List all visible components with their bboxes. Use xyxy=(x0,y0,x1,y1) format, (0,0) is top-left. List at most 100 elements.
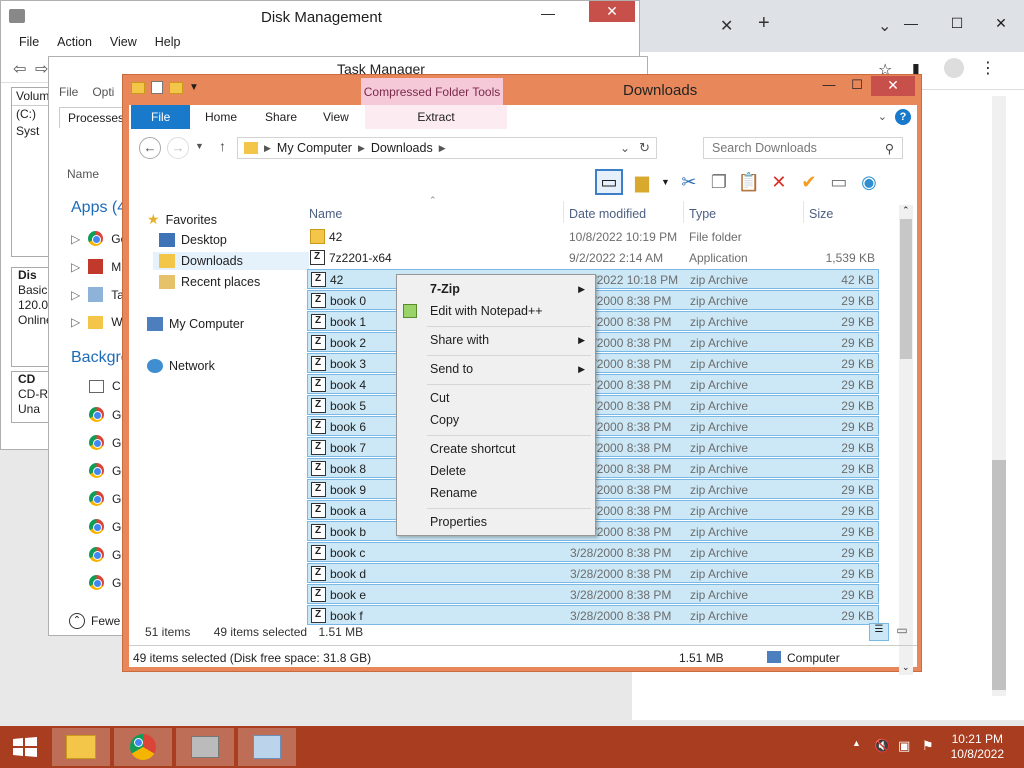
menu-item-share-with[interactable]: Share with ▶ xyxy=(397,330,595,350)
menu-item-rename[interactable]: Rename xyxy=(397,483,595,503)
column-type[interactable]: Type xyxy=(689,207,716,221)
column-separator[interactable] xyxy=(803,201,804,223)
folder-options-icon[interactable]: ▆ xyxy=(631,171,653,193)
taskbar-task-manager-button[interactable] xyxy=(238,728,296,766)
avatar[interactable] xyxy=(944,58,964,78)
copy-icon[interactable]: ❐ xyxy=(708,171,730,193)
file-row[interactable]: book e 3/28/2000 8:38 PM zip Archive 29 KB xyxy=(307,584,879,604)
volume-muted-icon[interactable]: 🔇 xyxy=(874,738,890,754)
nav-desktop[interactable]: Desktop xyxy=(159,233,227,247)
rename-icon[interactable]: ▭ xyxy=(828,171,850,193)
menu-item-properties[interactable]: Properties xyxy=(397,512,595,532)
menu-item-delete[interactable]: Delete xyxy=(397,461,595,481)
menu-view[interactable]: View xyxy=(110,35,137,49)
taskbar-chrome-button[interactable] xyxy=(114,728,172,766)
forward-icon[interactable]: ⇨ xyxy=(35,59,48,79)
breadcrumb-downloads[interactable]: Downloads xyxy=(371,141,433,155)
help-icon[interactable]: ? xyxy=(895,109,911,125)
chevron-down-icon[interactable]: ▼ xyxy=(661,177,670,187)
expand-ribbon-icon[interactable]: ⌄ xyxy=(878,110,887,123)
preview-pane-icon[interactable]: ▭ xyxy=(595,169,623,195)
back-button[interactable]: ← xyxy=(139,137,161,159)
nav-my-computer[interactable]: My Computer xyxy=(147,317,244,331)
menu-item-7-zip[interactable]: 7-Zip ▶ xyxy=(397,279,595,299)
menu-file[interactable]: File xyxy=(59,85,78,99)
tab-view[interactable]: View xyxy=(309,105,363,129)
nav-downloads[interactable]: Downloads xyxy=(153,252,309,270)
maximize-button[interactable]: ☐ xyxy=(843,77,871,97)
refresh-icon[interactable]: ↻ xyxy=(639,140,650,156)
menu-item-edit-with-notepad[interactable]: Edit with Notepad++ xyxy=(397,301,595,321)
scroll-thumb[interactable] xyxy=(900,219,912,359)
tab-file[interactable]: File xyxy=(131,105,191,129)
tab-home[interactable]: Home xyxy=(191,105,251,129)
start-button[interactable] xyxy=(12,736,38,758)
minimize-button[interactable]: — xyxy=(541,5,555,21)
close-button[interactable]: ✕ xyxy=(871,76,915,96)
paste-icon[interactable]: 📋 xyxy=(738,171,760,193)
close-button[interactable]: ✕ xyxy=(589,1,635,22)
action-center-icon[interactable]: ⚑ xyxy=(922,738,934,754)
file-row[interactable]: 42 10/8/2022 10:19 PM File folder xyxy=(307,227,879,247)
bg-row[interactable]: C xyxy=(89,379,121,393)
column-name[interactable]: Name xyxy=(67,167,99,181)
file-row[interactable]: book c 3/28/2000 8:38 PM zip Archive 29 KB xyxy=(307,542,879,562)
nav-network[interactable]: Network xyxy=(147,359,215,373)
menu-item-cut[interactable]: Cut xyxy=(397,388,595,408)
app-row[interactable]: ▷ M xyxy=(71,259,121,274)
properties-icon[interactable] xyxy=(151,81,163,94)
minimize-button[interactable]: — xyxy=(815,77,843,97)
app-row[interactable]: ▷ Go xyxy=(71,231,127,246)
menu-help[interactable]: Help xyxy=(155,35,181,49)
search-input[interactable]: Search Downloads ⚲ xyxy=(703,137,903,159)
chevron-down-icon[interactable]: ⌄ xyxy=(620,141,630,155)
tab-share[interactable]: Share xyxy=(251,105,311,129)
column-size[interactable]: Size xyxy=(809,207,833,221)
back-icon[interactable]: ⇦ xyxy=(13,59,26,79)
up-arrow-icon[interactable]: ↑ xyxy=(219,138,226,154)
checkmark-icon[interactable]: ✔ xyxy=(798,171,820,193)
new-tab-button[interactable]: + xyxy=(758,12,770,35)
address-bar[interactable]: ▶ My Computer ▶ Downloads ▶ ⌄ ↻ xyxy=(237,137,657,159)
column-separator[interactable] xyxy=(563,201,564,223)
browser-scroll-thumb[interactable] xyxy=(992,460,1006,690)
column-separator[interactable] xyxy=(683,201,684,223)
large-icons-view-icon[interactable]: ▭ xyxy=(893,623,911,641)
nav-recent-places[interactable]: Recent places xyxy=(159,275,260,289)
menu-file[interactable]: File xyxy=(19,35,39,49)
scroll-up-icon[interactable]: ⌃ xyxy=(902,205,910,216)
close-button[interactable]: ✕ xyxy=(978,8,1024,38)
file-row[interactable]: 7z2201-x64 9/2/2022 2:14 AM Application 1,5… xyxy=(307,248,879,268)
chevron-down-icon[interactable]: ▼ xyxy=(189,82,199,93)
recent-locations-icon[interactable]: ▼ xyxy=(195,141,204,151)
menu-action[interactable]: Action xyxy=(57,35,92,49)
delete-icon[interactable]: ✕ xyxy=(768,171,790,193)
network-globe-icon[interactable]: ◉ xyxy=(858,171,880,193)
column-name[interactable]: Name xyxy=(309,207,342,221)
minimize-button[interactable]: — xyxy=(888,8,934,38)
maximize-button[interactable]: ☐ xyxy=(934,8,980,38)
taskbar-disk-management-button[interactable] xyxy=(176,728,234,766)
menu-item-send-to[interactable]: Send to ▶ xyxy=(397,359,595,379)
file-list-scrollbar[interactable]: ⌃ ⌄ xyxy=(899,205,913,675)
forward-button[interactable]: → xyxy=(167,137,189,159)
show-hidden-icons[interactable]: ▲ xyxy=(852,738,861,748)
breadcrumb-my-computer[interactable]: My Computer xyxy=(277,141,352,155)
file-row[interactable]: book f 3/28/2000 8:38 PM zip Archive 29 KB xyxy=(307,605,879,625)
details-view-icon[interactable]: ☰ xyxy=(869,623,889,641)
file-row[interactable]: book d 3/28/2000 8:38 PM zip Archive 29 KB xyxy=(307,563,879,583)
cut-icon[interactable]: ✂ xyxy=(678,171,700,193)
tab-extract[interactable]: Extract xyxy=(365,105,507,129)
app-row[interactable]: ▷ W xyxy=(71,315,123,329)
app-row[interactable]: ▷ Ta xyxy=(71,287,124,302)
new-folder-icon[interactable] xyxy=(169,81,183,94)
close-tab-button[interactable]: ✕ xyxy=(720,16,733,36)
taskbar-explorer-button[interactable] xyxy=(52,728,110,766)
nav-favorites[interactable]: ★ Favorites xyxy=(147,211,217,228)
menu-item-copy[interactable]: Copy xyxy=(397,410,595,430)
fewer-details-button[interactable]: ⌃ Fewe xyxy=(69,613,120,629)
clock[interactable]: 10:21 PM 10/8/2022 xyxy=(951,732,1004,762)
menu-options[interactable]: Opti xyxy=(92,85,114,99)
network-icon[interactable]: ▣ xyxy=(898,738,910,754)
more-icon[interactable]: ⋮ xyxy=(980,58,996,78)
